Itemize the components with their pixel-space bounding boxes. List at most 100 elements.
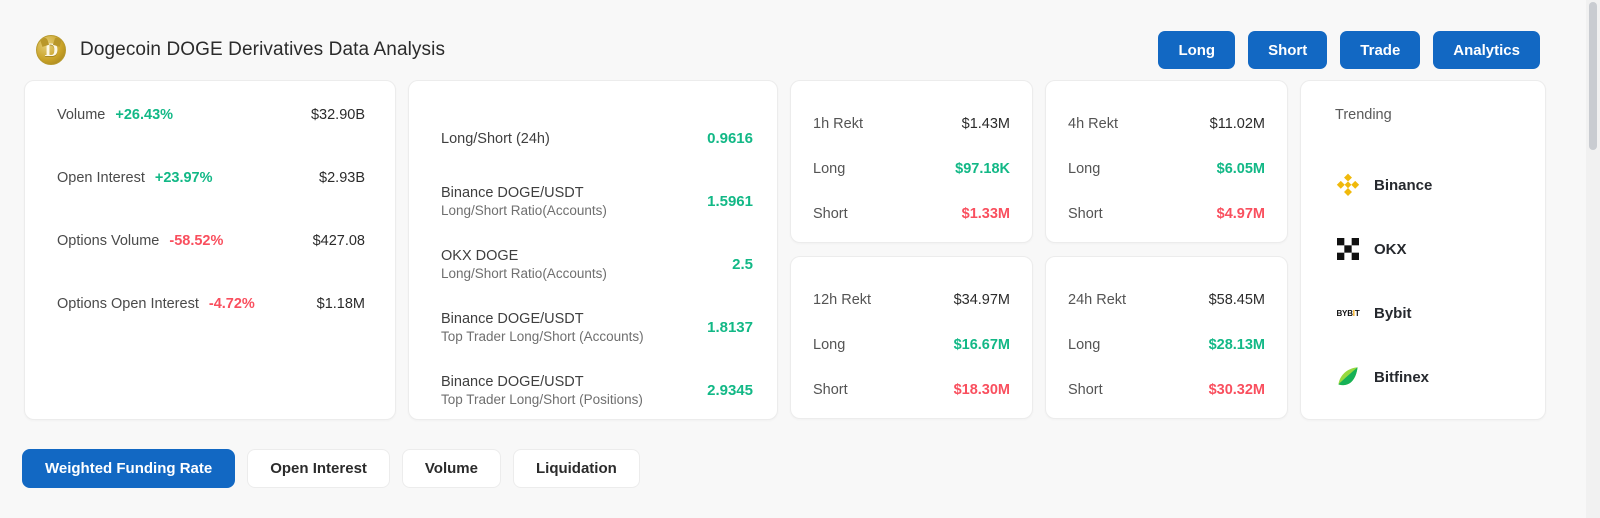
rekt-total-value: $1.43M: [962, 116, 1010, 132]
rekt-total-value: $11.02M: [1210, 116, 1265, 132]
ratio-row: Binance DOGE/USDT Long/Short Ratio(Accou…: [441, 170, 753, 233]
rekt-title: 24h Rekt: [1068, 292, 1126, 308]
stat-label: Options Volume: [57, 233, 159, 249]
rekt-column-right: 4h Rekt $11.02M Long $6.05M Short $4.97M…: [1045, 80, 1288, 420]
ratio-label-primary: Binance DOGE/USDT: [441, 374, 643, 390]
rekt-column-left: 1h Rekt $1.43M Long $97.18K Short $1.33M…: [790, 80, 1033, 420]
bitfinex-logo-icon: [1335, 364, 1361, 390]
ratio-row: Binance DOGE/USDT Top Trader Long/Short …: [441, 359, 753, 422]
tab-liquidation[interactable]: Liquidation: [513, 449, 640, 488]
rekt-total-row: 12h Rekt $34.97M: [813, 277, 1010, 322]
trending-item-label: Bitfinex: [1374, 369, 1429, 386]
stat-value: $2.93B: [303, 170, 365, 186]
rekt-short-value: $30.32M: [1209, 382, 1265, 398]
rekt-total-row: 1h Rekt $1.43M: [813, 101, 1010, 146]
ratio-value: 1.5961: [695, 193, 753, 210]
trending-item-bybit[interactable]: BYBIT Bybit: [1335, 281, 1545, 345]
title-group: D Dogecoin DOGE Derivatives Data Analysi…: [36, 35, 445, 65]
rekt-long-label: Long: [1068, 337, 1100, 353]
ratio-row: OKX DOGE Long/Short Ratio(Accounts) 2.5: [441, 233, 753, 296]
stat-value: $32.90B: [295, 107, 365, 123]
tab-volume[interactable]: Volume: [402, 449, 501, 488]
short-button[interactable]: Short: [1248, 31, 1327, 69]
ratio-label-secondary: Long/Short Ratio(Accounts): [441, 266, 607, 281]
rekt-title: 1h Rekt: [813, 116, 863, 132]
rekt-short-label: Short: [1068, 382, 1103, 398]
header-actions: Long Short Trade Analytics: [1158, 31, 1540, 69]
ratio-label-secondary: Long/Short Ratio(Accounts): [441, 203, 607, 218]
ratio-row: Long/Short (24h) 0.9616: [441, 107, 753, 170]
rekt-short-row: Short $18.30M: [813, 367, 1010, 412]
bybit-logo-icon: BYBIT: [1335, 300, 1361, 326]
okx-logo-icon: [1335, 236, 1361, 262]
page-header: D Dogecoin DOGE Derivatives Data Analysi…: [36, 28, 1540, 72]
rekt-card-12h: 12h Rekt $34.97M Long $16.67M Short $18.…: [790, 256, 1033, 419]
rekt-long-row: Long $16.67M: [813, 322, 1010, 367]
rekt-card-4h: 4h Rekt $11.02M Long $6.05M Short $4.97M: [1045, 80, 1288, 243]
stat-change: +23.97%: [155, 170, 213, 186]
rekt-short-value: $18.30M: [954, 382, 1010, 398]
rekt-short-row: Short $1.33M: [813, 191, 1010, 236]
stat-label: Volume: [57, 107, 105, 123]
rekt-total-row: 4h Rekt $11.02M: [1068, 101, 1265, 146]
page-scrollbar[interactable]: [1586, 0, 1600, 518]
ratio-label-primary: Binance DOGE/USDT: [441, 311, 644, 327]
derivatives-dashboard: D Dogecoin DOGE Derivatives Data Analysi…: [0, 0, 1600, 518]
stat-row: Volume +26.43% $32.90B: [57, 107, 365, 170]
chart-tabs: Weighted Funding Rate Open Interest Volu…: [22, 449, 640, 488]
rekt-long-value: $97.18K: [955, 161, 1010, 177]
ratio-value: 2.9345: [695, 382, 753, 399]
long-short-ratios-card: Long/Short (24h) 0.9616 Binance DOGE/USD…: [408, 80, 778, 420]
rekt-short-label: Short: [1068, 206, 1103, 222]
rekt-title: 12h Rekt: [813, 292, 871, 308]
rekt-short-value: $1.33M: [962, 206, 1010, 222]
rekt-total-value: $34.97M: [954, 292, 1010, 308]
stat-change: -58.52%: [169, 233, 223, 249]
rekt-long-value: $16.67M: [954, 337, 1010, 353]
analytics-button[interactable]: Analytics: [1433, 31, 1540, 69]
stat-change: +26.43%: [115, 107, 173, 123]
ratio-label-secondary: Top Trader Long/Short (Accounts): [441, 329, 644, 344]
ratio-label-primary: OKX DOGE: [441, 248, 607, 264]
long-button[interactable]: Long: [1158, 31, 1235, 69]
rekt-long-label: Long: [813, 161, 845, 177]
trending-item-okx[interactable]: OKX: [1335, 217, 1545, 281]
stat-change: -4.72%: [209, 296, 255, 312]
stat-row: Options Volume -58.52% $427.08: [57, 233, 365, 296]
rekt-long-row: Long $6.05M: [1068, 146, 1265, 191]
rekt-long-value: $6.05M: [1217, 161, 1265, 177]
ratio-value: 1.8137: [695, 319, 753, 336]
ratio-value: 0.9616: [695, 130, 753, 147]
ratio-label-primary: Binance DOGE/USDT: [441, 185, 607, 201]
trending-item-label: OKX: [1374, 241, 1407, 258]
tab-open-interest[interactable]: Open Interest: [247, 449, 390, 488]
stat-row: Options Open Interest -4.72% $1.18M: [57, 296, 365, 359]
market-stats-card: Volume +26.43% $32.90B Open Interest +23…: [24, 80, 396, 420]
rekt-long-label: Long: [813, 337, 845, 353]
ratio-label-primary: Long/Short (24h): [441, 131, 550, 147]
trending-card: Trending Binance: [1300, 80, 1546, 420]
rekt-short-value: $4.97M: [1217, 206, 1265, 222]
tab-weighted-funding-rate[interactable]: Weighted Funding Rate: [22, 449, 235, 488]
trending-item-label: Bybit: [1374, 305, 1412, 322]
trending-item-bitfinex[interactable]: Bitfinex: [1335, 345, 1545, 409]
rekt-total-row: 24h Rekt $58.45M: [1068, 277, 1265, 322]
trending-title: Trending: [1335, 107, 1545, 123]
rekt-long-label: Long: [1068, 161, 1100, 177]
rekt-title: 4h Rekt: [1068, 116, 1118, 132]
trade-button[interactable]: Trade: [1340, 31, 1420, 69]
rekt-short-row: Short $4.97M: [1068, 191, 1265, 236]
rekt-short-row: Short $30.32M: [1068, 367, 1265, 412]
ratio-value: 2.5: [720, 256, 753, 273]
stat-value: $1.18M: [301, 296, 365, 312]
rekt-total-value: $58.45M: [1209, 292, 1265, 308]
ratio-label-secondary: Top Trader Long/Short (Positions): [441, 392, 643, 407]
page-scrollbar-thumb[interactable]: [1589, 2, 1597, 150]
binance-logo-icon: [1335, 172, 1361, 198]
stat-label: Open Interest: [57, 170, 145, 186]
rekt-short-label: Short: [813, 382, 848, 398]
trending-item-label: Binance: [1374, 177, 1432, 194]
ratio-row: Binance DOGE/USDT Top Trader Long/Short …: [441, 296, 753, 359]
stat-label: Options Open Interest: [57, 296, 199, 312]
trending-item-binance[interactable]: Binance: [1335, 153, 1545, 217]
